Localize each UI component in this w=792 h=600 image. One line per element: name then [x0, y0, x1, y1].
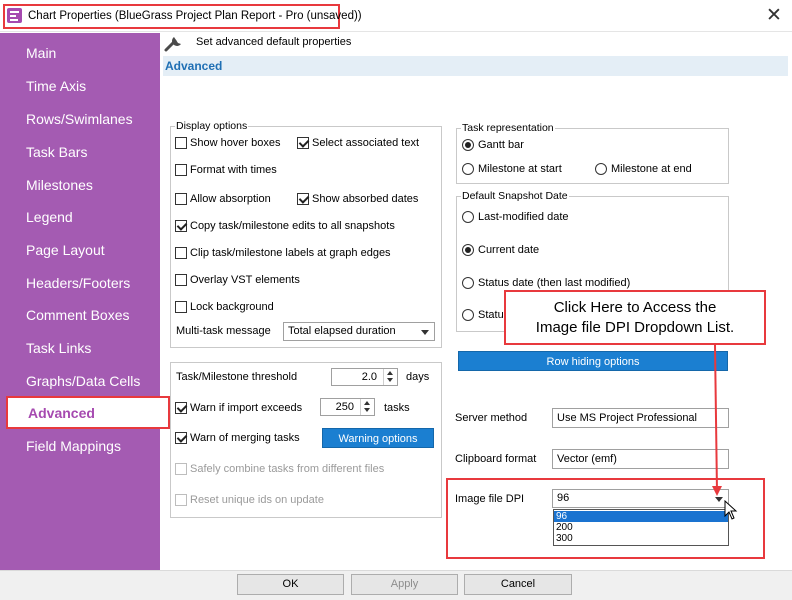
lock-background-checkbox[interactable] [175, 301, 187, 313]
spin-down-icon[interactable] [387, 378, 393, 382]
wrench-icon [164, 37, 181, 52]
callout-line-2: Image file DPI Dropdown List. [535, 319, 735, 336]
callout-box: Click Here to Access the Image file DPI … [504, 290, 766, 345]
sidebar-item-main[interactable]: Main [26, 45, 56, 61]
clip-labels-label: Clip task/milestone labels at graph edge… [190, 247, 391, 259]
allow-absorption-label: Allow absorption [190, 193, 271, 205]
status-date-label: Statu [478, 309, 504, 321]
clip-labels-checkbox[interactable] [175, 247, 187, 259]
sidebar-item-advanced-label: Advanced [28, 405, 95, 421]
warn-import-checkbox[interactable] [175, 402, 187, 414]
chevron-down-icon [421, 330, 429, 335]
server-method-select[interactable]: Use MS Project Professional [552, 408, 729, 428]
dpi-highlight-box [446, 478, 765, 559]
row-hiding-options-button[interactable]: Row hiding options [458, 351, 728, 371]
status-then-last-label: Status date (then last modified) [478, 277, 631, 289]
copy-edits-label: Copy task/milestone edits to all snapsho… [190, 220, 395, 232]
clipboard-format-label: Clipboard format [455, 453, 537, 465]
sidebar-item-advanced[interactable]: Advanced [6, 396, 170, 429]
task-representation-group [456, 128, 729, 184]
display-options-group [170, 126, 442, 348]
gantt-bar-radio[interactable] [462, 139, 474, 151]
select-associated-text-checkbox[interactable] [297, 137, 309, 149]
spin-down-icon[interactable] [364, 408, 370, 412]
sidebar-item-time-axis[interactable]: Time Axis [26, 78, 86, 94]
allow-absorption-checkbox[interactable] [175, 193, 187, 205]
cancel-button[interactable]: Cancel [464, 574, 572, 595]
threshold-label: Task/Milestone threshold [176, 371, 298, 383]
multitask-message-value: Total elapsed duration [288, 325, 396, 337]
sidebar-item-task-links[interactable]: Task Links [26, 340, 91, 356]
threshold-spinner[interactable]: 2.0 [331, 368, 398, 386]
safely-combine-checkbox[interactable] [175, 463, 187, 475]
show-absorbed-dates-label: Show absorbed dates [312, 193, 419, 205]
callout-line-1: Click Here to Access the [553, 299, 717, 316]
apply-button[interactable]: Apply [351, 574, 458, 595]
milestone-at-end-radio[interactable] [595, 163, 607, 175]
window-title: Chart Properties (BlueGrass Project Plan… [28, 10, 362, 22]
last-modified-radio[interactable] [462, 211, 474, 223]
status-date-radio[interactable] [462, 309, 474, 321]
current-date-radio[interactable] [462, 244, 474, 256]
section-bar [163, 56, 788, 76]
show-hover-boxes-label: Show hover boxes [190, 137, 281, 149]
overlay-vst-checkbox[interactable] [175, 274, 187, 286]
show-absorbed-dates-checkbox[interactable] [297, 193, 309, 205]
display-options-label: Display options [175, 120, 249, 132]
spin-up-icon[interactable] [387, 371, 393, 375]
clipboard-format-select[interactable]: Vector (emf) [552, 449, 729, 469]
reset-ids-checkbox[interactable] [175, 494, 187, 506]
milestone-at-end-label: Milestone at end [611, 163, 692, 175]
import-limit-value: 250 [335, 401, 354, 413]
sidebar-item-rows-swimlanes[interactable]: Rows/Swimlanes [26, 111, 133, 127]
safely-combine-label: Safely combine tasks from different file… [190, 463, 385, 475]
task-representation-label: Task representation [461, 122, 555, 134]
milestone-at-start-radio[interactable] [462, 163, 474, 175]
warn-merging-label: Warn of merging tasks [190, 432, 300, 444]
import-limit-spinner[interactable]: 250 [320, 398, 375, 416]
multitask-message-label: Multi-task message [176, 325, 271, 337]
format-with-times-label: Format with times [190, 164, 277, 176]
multitask-message-select[interactable]: Total elapsed duration [283, 322, 435, 341]
gantt-bar-label: Gantt bar [478, 139, 524, 151]
mouse-cursor-icon [724, 500, 738, 520]
sidebar-item-page-layout[interactable]: Page Layout [26, 242, 105, 258]
format-with-times-checkbox[interactable] [175, 164, 187, 176]
last-modified-label: Last-modified date [478, 211, 569, 223]
sidebar-item-legend[interactable]: Legend [26, 209, 73, 225]
warning-options-button[interactable]: Warning options [322, 428, 434, 448]
sidebar-item-headers-footers[interactable]: Headers/Footers [26, 275, 130, 291]
sidebar-item-comment-boxes[interactable]: Comment Boxes [26, 307, 129, 323]
overlay-vst-label: Overlay VST elements [190, 274, 300, 286]
server-method-label: Server method [455, 412, 528, 424]
select-associated-text-label: Select associated text [312, 137, 420, 149]
header-hint: Set advanced default properties [196, 36, 352, 48]
warn-import-label: Warn if import exceeds [190, 402, 303, 414]
snapshot-date-label: Default Snapshot Date [461, 190, 569, 202]
status-then-last-radio[interactable] [462, 277, 474, 289]
milestone-at-start-label: Milestone at start [478, 163, 562, 175]
threshold-unit: days [406, 371, 430, 383]
close-button[interactable]: ✕ [760, 3, 788, 29]
warn-merging-checkbox[interactable] [175, 432, 187, 444]
copy-edits-checkbox[interactable] [175, 220, 187, 232]
section-title: Advanced [165, 59, 223, 73]
sidebar-item-field-mappings[interactable]: Field Mappings [26, 438, 121, 454]
current-date-label: Current date [478, 244, 540, 256]
sidebar-item-milestones[interactable]: Milestones [26, 177, 93, 193]
reset-ids-label: Reset unique ids on update [190, 494, 324, 506]
import-unit: tasks [384, 402, 410, 414]
show-hover-boxes-checkbox[interactable] [175, 137, 187, 149]
sidebar-item-graphs-data-cells[interactable]: Graphs/Data Cells [26, 373, 140, 389]
ok-button[interactable]: OK [237, 574, 344, 595]
threshold-value: 2.0 [361, 371, 377, 383]
sidebar-item-task-bars[interactable]: Task Bars [26, 144, 87, 160]
lock-background-label: Lock background [190, 301, 274, 313]
sidebar: Main Time Axis Rows/Swimlanes Task Bars … [0, 33, 160, 570]
spin-up-icon[interactable] [364, 401, 370, 405]
